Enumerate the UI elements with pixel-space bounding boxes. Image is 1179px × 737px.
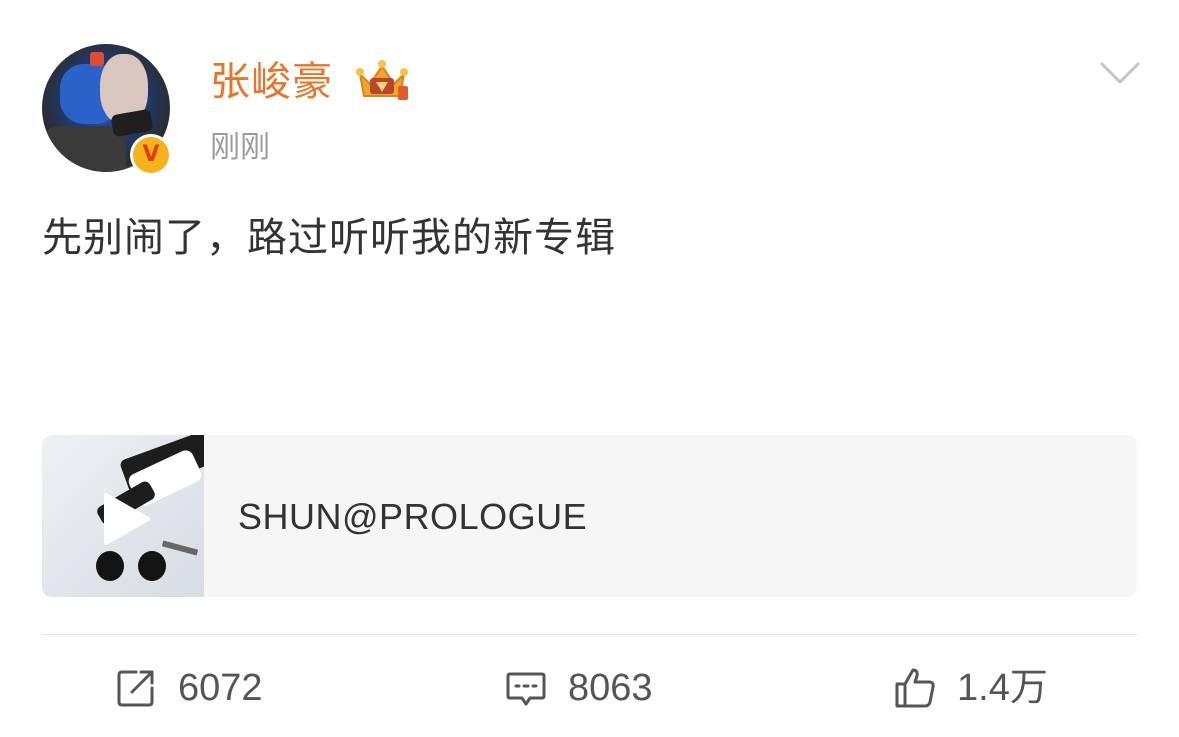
post-timestamp: 刚刚 [210,130,270,165]
repost-button[interactable]: 6072 [114,664,263,712]
repost-count: 6072 [178,667,263,709]
verified-v-badge-icon: V [130,134,172,176]
like-button[interactable]: 1.4万 [893,664,1048,712]
crown-icon[interactable] [354,58,410,104]
weibo-post: V 张峻豪 刚刚 先别闹了，路过听听我的新专辑 SHUN@PROLOGUE 60… [0,0,1179,737]
play-icon[interactable] [102,491,152,547]
post-text: 先别闹了，路过听听我的新专辑 [42,215,616,261]
comment-icon [506,672,546,706]
comment-button[interactable]: 8063 [504,664,653,712]
like-count: 1.4万 [957,667,1048,709]
album-cover[interactable] [42,435,204,597]
music-title[interactable]: SHUN@PROLOGUE [238,495,587,539]
author-name[interactable]: 张峻豪 [210,58,333,106]
divider [42,634,1137,635]
comment-count: 8063 [568,667,653,709]
repost-icon [117,670,154,707]
chevron-down-icon[interactable] [1098,58,1142,88]
music-card[interactable]: SHUN@PROLOGUE [42,435,1137,597]
thumbs-up-icon [895,668,935,708]
